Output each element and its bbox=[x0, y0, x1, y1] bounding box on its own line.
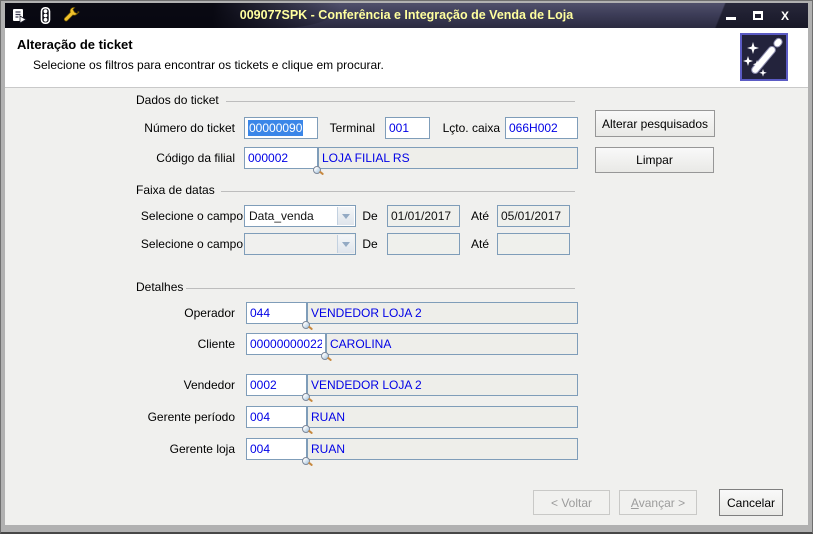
titlebar-toolbar bbox=[11, 3, 80, 28]
minimize-button[interactable] bbox=[724, 9, 738, 23]
lookup-magnifier-icon[interactable] bbox=[321, 352, 329, 360]
data-ate-input[interactable] bbox=[497, 205, 570, 227]
cliente-lookup bbox=[246, 333, 329, 360]
lcto-caixa-label: Lçto. caixa bbox=[442, 121, 500, 135]
maximize-button[interactable] bbox=[751, 9, 765, 23]
numero-ticket-input[interactable]: 00000090 bbox=[244, 117, 318, 139]
page-header: Alteração de ticket Selecione os filtros… bbox=[5, 28, 808, 88]
operador-name-field: VENDEDOR LOJA 2 bbox=[307, 302, 578, 324]
codigo-filial-lookup bbox=[244, 147, 321, 174]
app-window: 009077SPK - Conferência e Integração de … bbox=[0, 0, 813, 534]
de-label-2: De bbox=[362, 237, 378, 251]
data-ate-input-2[interactable] bbox=[497, 233, 570, 255]
page-title: Alteração de ticket bbox=[17, 37, 133, 52]
page-subtitle: Selecione os filtros para encontrar os t… bbox=[33, 58, 384, 72]
lookup-magnifier-icon[interactable] bbox=[302, 321, 310, 329]
cliente-input[interactable] bbox=[246, 333, 326, 355]
group-line-faixa bbox=[221, 191, 575, 192]
selecione-campo-label: Selecione o campo bbox=[140, 209, 243, 223]
lookup-magnifier-icon[interactable] bbox=[302, 457, 310, 465]
window-title: 009077SPK - Conferência e Integração de … bbox=[239, 8, 574, 22]
group-title-dados: Dados do ticket bbox=[133, 93, 222, 107]
lcto-caixa-input[interactable] bbox=[505, 117, 578, 139]
title-bar[interactable]: 009077SPK - Conferência e Integração de … bbox=[5, 3, 808, 28]
de-label: De bbox=[362, 209, 378, 223]
lookup-magnifier-icon[interactable] bbox=[313, 166, 321, 174]
chevron-down-icon[interactable] bbox=[337, 235, 354, 253]
gerente-loja-name-field: RUAN bbox=[307, 438, 578, 460]
ate-label: Até bbox=[470, 209, 489, 223]
ate-label-2: Até bbox=[470, 237, 489, 251]
dialog-body: Alteração de ticket Selecione os filtros… bbox=[5, 28, 808, 525]
codigo-filial-input[interactable] bbox=[244, 147, 318, 169]
operador-label: Operador bbox=[184, 306, 235, 320]
close-button[interactable]: X bbox=[778, 9, 792, 23]
gerente-loja-lookup bbox=[246, 438, 310, 465]
selecione-campo-label-2: Selecione o campo bbox=[140, 237, 243, 251]
numero-ticket-label: Número do ticket bbox=[144, 121, 235, 135]
avancar-button[interactable]: Avançar > bbox=[619, 490, 697, 515]
terminal-label: Terminal bbox=[329, 121, 375, 135]
campo-data-select-2[interactable] bbox=[244, 233, 356, 255]
terminal-input[interactable] bbox=[385, 117, 430, 139]
campo-data-select[interactable]: Data_venda bbox=[244, 205, 356, 227]
gerente-periodo-name-field: RUAN bbox=[307, 406, 578, 428]
traffic-light-icon[interactable] bbox=[37, 7, 54, 24]
window-controls: X bbox=[724, 3, 792, 28]
chevron-down-icon[interactable] bbox=[337, 207, 354, 225]
lookup-magnifier-icon[interactable] bbox=[302, 393, 310, 401]
voltar-button[interactable]: < Voltar bbox=[533, 490, 610, 515]
gerente-periodo-input[interactable] bbox=[246, 406, 307, 428]
group-title-faixa: Faixa de datas bbox=[133, 183, 218, 197]
group-line-dados bbox=[226, 101, 575, 102]
vendedor-input[interactable] bbox=[246, 374, 307, 396]
lookup-magnifier-icon[interactable] bbox=[302, 425, 310, 433]
gerente-loja-label: Gerente loja bbox=[169, 442, 235, 456]
vendedor-label: Vendedor bbox=[183, 378, 235, 392]
group-line-detalhes bbox=[185, 288, 575, 289]
gerente-periodo-label: Gerente período bbox=[147, 410, 235, 424]
vendedor-name-field: VENDEDOR LOJA 2 bbox=[307, 374, 578, 396]
magic-wand-icon bbox=[740, 33, 788, 81]
vendedor-lookup bbox=[246, 374, 310, 401]
operador-lookup bbox=[246, 302, 310, 329]
cancelar-button[interactable]: Cancelar bbox=[719, 489, 783, 516]
cliente-name-field: CAROLINA bbox=[326, 333, 578, 355]
gerente-loja-input[interactable] bbox=[246, 438, 307, 460]
data-de-input-2[interactable] bbox=[387, 233, 460, 255]
limpar-button[interactable]: Limpar bbox=[595, 147, 714, 173]
data-de-input[interactable] bbox=[387, 205, 460, 227]
wrench-icon[interactable] bbox=[63, 7, 80, 24]
gerente-periodo-lookup bbox=[246, 406, 310, 433]
filial-name-field: LOJA FILIAL RS bbox=[318, 147, 578, 169]
alterar-pesquisados-button[interactable]: Alterar pesquisados bbox=[595, 110, 715, 137]
operador-input[interactable] bbox=[246, 302, 307, 324]
export-note-icon[interactable] bbox=[11, 7, 28, 24]
cliente-label: Cliente bbox=[197, 337, 235, 351]
codigo-filial-label: Código da filial bbox=[156, 151, 235, 165]
group-title-detalhes: Detalhes bbox=[133, 280, 187, 294]
